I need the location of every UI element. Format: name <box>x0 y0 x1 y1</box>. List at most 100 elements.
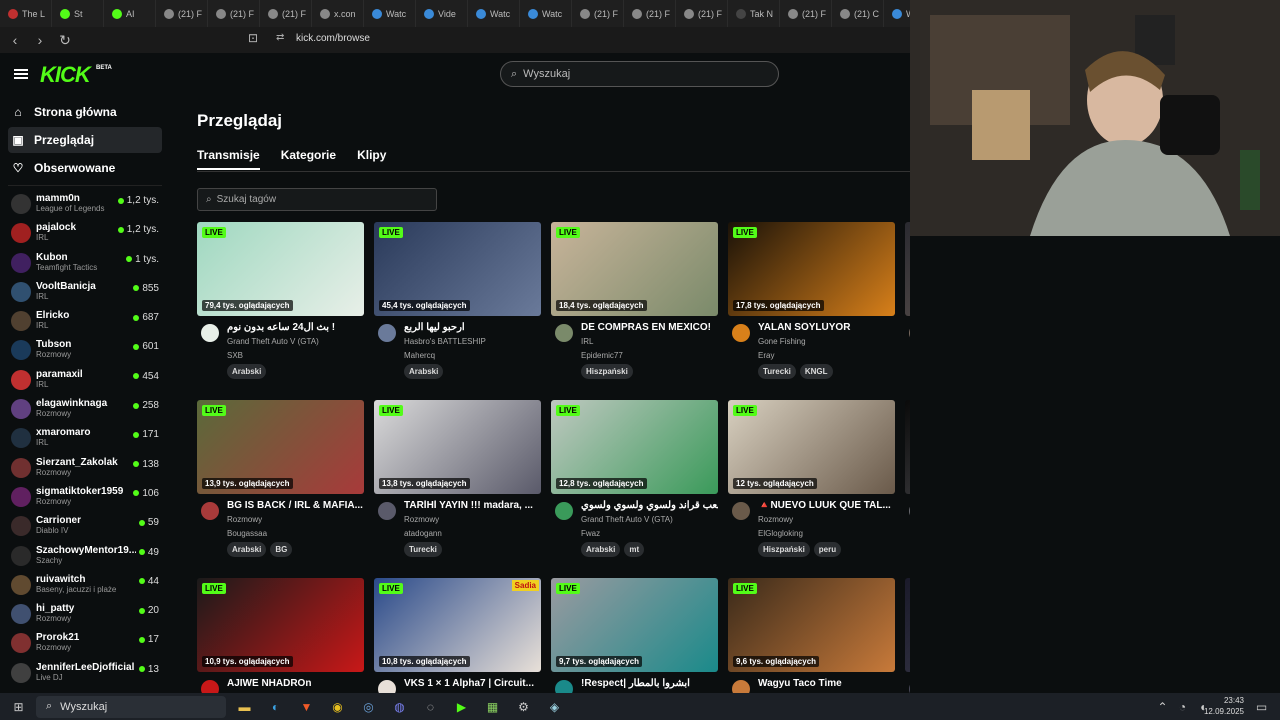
browser-tab[interactable]: The L <box>0 0 52 27</box>
stream-tag[interactable]: peru <box>813 542 842 557</box>
stream-tag[interactable]: KNGL <box>799 364 833 379</box>
stream-title[interactable]: BG IS BACK / IRL & MAFIA... <box>227 500 364 511</box>
stream-thumbnail[interactable]: LIVE 12 tys. oglądających <box>728 400 895 494</box>
streamer-name[interactable]: atadogann <box>404 529 442 538</box>
channel-item[interactable]: Tubson Rozmowy 601 <box>0 336 170 365</box>
stream-title[interactable]: بث ال24 ساعه بدون نوم ! <box>227 322 364 333</box>
stream-thumbnail[interactable]: LIVE 9,7 tys. oglądających <box>551 578 718 672</box>
stream-category[interactable]: Rozmowy <box>404 515 439 524</box>
bookmark-icon[interactable]: ⊡ <box>248 31 258 45</box>
nav-browse[interactable]: ▣ Przeglądaj <box>8 127 162 153</box>
browser-tab[interactable]: Watc <box>520 0 572 27</box>
avatar[interactable] <box>378 324 396 342</box>
stream-tag[interactable]: Turecki <box>404 542 442 557</box>
browser-tab[interactable]: St <box>52 0 104 27</box>
stream-card[interactable]: LIVE 12,8 tys. oglądających ولعب قراند و… <box>551 400 718 557</box>
avatar[interactable] <box>555 680 573 693</box>
file-explorer-icon[interactable]: ▬ <box>232 697 257 717</box>
channel-item[interactable]: paramaxil IRL 454 <box>0 366 170 395</box>
streamer-name[interactable]: Mahercq <box>404 351 435 360</box>
streamer-name[interactable]: Bougassaa <box>227 529 267 538</box>
stream-tag[interactable]: Arabski <box>404 364 444 379</box>
reload-icon[interactable]: ↻ <box>55 30 75 50</box>
stream-title[interactable]: Wagyu Taco Time <box>758 678 895 689</box>
stream-category[interactable]: Rozmowy <box>227 515 262 524</box>
edge-icon[interactable]: ◐ <box>263 697 288 717</box>
stream-tag[interactable]: Arabski <box>581 542 621 557</box>
stream-thumbnail[interactable]: LIVE 10,8 tys. oglądających Sadia <box>374 578 541 672</box>
stream-tag[interactable]: Arabski <box>227 542 267 557</box>
browser-tab[interactable]: (21) F <box>676 0 728 27</box>
nav-home[interactable]: ⌂ Strona główna <box>8 99 162 125</box>
browser-tab[interactable]: (21) F <box>780 0 832 27</box>
stream-tag[interactable]: Arabski <box>227 364 267 379</box>
browser-tab[interactable]: (21) F <box>260 0 312 27</box>
chrome-icon[interactable]: ◉ <box>325 697 350 717</box>
channel-item[interactable]: elagawinknaga Rozmowy 258 <box>0 395 170 424</box>
stream-tag[interactable]: BG <box>270 542 293 557</box>
channel-item[interactable]: xmaromaro IRL 171 <box>0 424 170 453</box>
avatar[interactable] <box>732 502 750 520</box>
browser-tab[interactable]: Watc <box>468 0 520 27</box>
tab-streams[interactable]: Transmisje <box>197 148 260 170</box>
stream-thumbnail[interactable]: LIVE 10,9 tys. oglądających <box>197 578 364 672</box>
stream-title[interactable]: AJIWE NHADROn <box>227 678 364 689</box>
stream-card[interactable]: LIVE 13,9 tys. oglądających BG IS BACK /… <box>197 400 364 557</box>
nav-following[interactable]: ♡ Obserwowane <box>8 155 162 181</box>
kick-logo[interactable]: KICK <box>40 62 91 88</box>
channel-item[interactable]: Kubon Teamfight Tactics 1 tys. <box>0 249 170 278</box>
channel-item[interactable]: SzachowyMentor19... Szachy 49 <box>0 542 170 571</box>
notifications-icon[interactable]: ▭ <box>1249 697 1274 717</box>
windows-start-icon[interactable]: ⊞ <box>6 697 31 717</box>
avatar[interactable] <box>201 324 219 342</box>
settings-icon[interactable]: ⚙ <box>511 697 536 717</box>
channel-item[interactable]: JenniferLeeDjofficial Live DJ 13 <box>0 659 170 688</box>
tab-categories[interactable]: Kategorie <box>281 148 336 170</box>
stream-card[interactable]: LIVE 9,7 tys. oglądających !Respect| ابش… <box>551 578 718 693</box>
channel-item[interactable]: hi_patty Rozmowy 20 <box>0 600 170 629</box>
stream-card[interactable]: LIVE 12 tys. oglądających 🔺NUEVO LUUK QU… <box>728 400 895 557</box>
stream-title[interactable]: !Respect| ابشروا بالمطار <box>581 678 718 689</box>
channel-item[interactable]: ruivawitch Baseny, jacuzzi i plaże 44 <box>0 571 170 600</box>
discord-icon[interactable]: ◍ <box>387 697 412 717</box>
browser-tab[interactable]: (21) C <box>832 0 884 27</box>
stream-card[interactable]: LIVE 17,8 tys. oglądających YALAN SÖYLÜY… <box>728 222 895 379</box>
stream-card[interactable]: LIVE 45,4 tys. oglądających ارحبو ليها ا… <box>374 222 541 379</box>
avatar[interactable] <box>555 502 573 520</box>
browser-tab[interactable]: (21) F <box>572 0 624 27</box>
browser-tab[interactable]: Watc <box>364 0 416 27</box>
stream-thumbnail[interactable]: LIVE 18,4 tys. oglądających <box>551 222 718 316</box>
stream-card[interactable]: LIVE 9,6 tys. oglądających Wagyu Taco Ti… <box>728 578 895 693</box>
stream-thumbnail[interactable]: LIVE 79,4 tys. oglądających <box>197 222 364 316</box>
stream-card[interactable]: LIVE 10,9 tys. oglądających AJIWE NHADRO… <box>197 578 364 693</box>
browser-tab[interactable]: x.con <box>312 0 364 27</box>
tab-clips[interactable]: Klipy <box>357 148 386 170</box>
stream-card[interactable]: LIVE 18,4 tys. oglądających DE COMPRAS E… <box>551 222 718 379</box>
stream-thumbnail[interactable]: LIVE 9,6 tys. oglądających <box>728 578 895 672</box>
channel-item[interactable]: Elricko IRL 687 <box>0 307 170 336</box>
channel-item[interactable]: Carrioner Diablo IV 59 <box>0 512 170 541</box>
channel-item[interactable]: Prorok21 Rozmowy 17 <box>0 629 170 658</box>
stream-thumbnail[interactable]: LIVE 12,8 tys. oglądających <box>551 400 718 494</box>
streamer-name[interactable]: ElGlogloking <box>758 529 803 538</box>
url-field[interactable]: kick.com/browse <box>296 33 370 44</box>
stream-title[interactable]: ولعب قراند ولسوي ولسوي ولسوي ... <box>581 500 718 511</box>
streamer-name[interactable]: Fwaz <box>581 529 600 538</box>
stream-thumbnail[interactable]: LIVE 13,8 tys. oglądających <box>374 400 541 494</box>
stream-title[interactable]: DE COMPRAS EN MEXICO! <box>581 322 718 333</box>
tag-search-input[interactable]: ⌕ Szukaj tagów <box>197 188 437 211</box>
stream-title[interactable]: 🔺NUEVO LUUK QUE TAL... <box>758 500 895 511</box>
stream-title[interactable]: ارحبو ليها الربع <box>404 322 541 333</box>
stream-tag[interactable]: Turecki <box>758 364 796 379</box>
taskbar-search[interactable]: ⌕ Wyszukaj <box>36 695 226 718</box>
stream-category[interactable]: IRL <box>581 337 593 346</box>
stream-title[interactable]: TARİHİ YAYIN !!! madara, ... <box>404 500 541 511</box>
streamer-name[interactable]: SXB <box>227 351 243 360</box>
stream-tag[interactable]: mt <box>624 542 645 557</box>
media-player-icon[interactable]: ▶ <box>449 697 474 717</box>
stream-thumbnail[interactable]: LIVE 17,8 tys. oglądających <box>728 222 895 316</box>
app-icon-2[interactable]: ◈ <box>542 697 567 717</box>
streamer-name[interactable]: Epidemic77 <box>581 351 623 360</box>
stream-thumbnail[interactable]: LIVE 13,9 tys. oglądających <box>197 400 364 494</box>
search-input[interactable]: ⌕ Wyszukaj <box>500 61 779 87</box>
